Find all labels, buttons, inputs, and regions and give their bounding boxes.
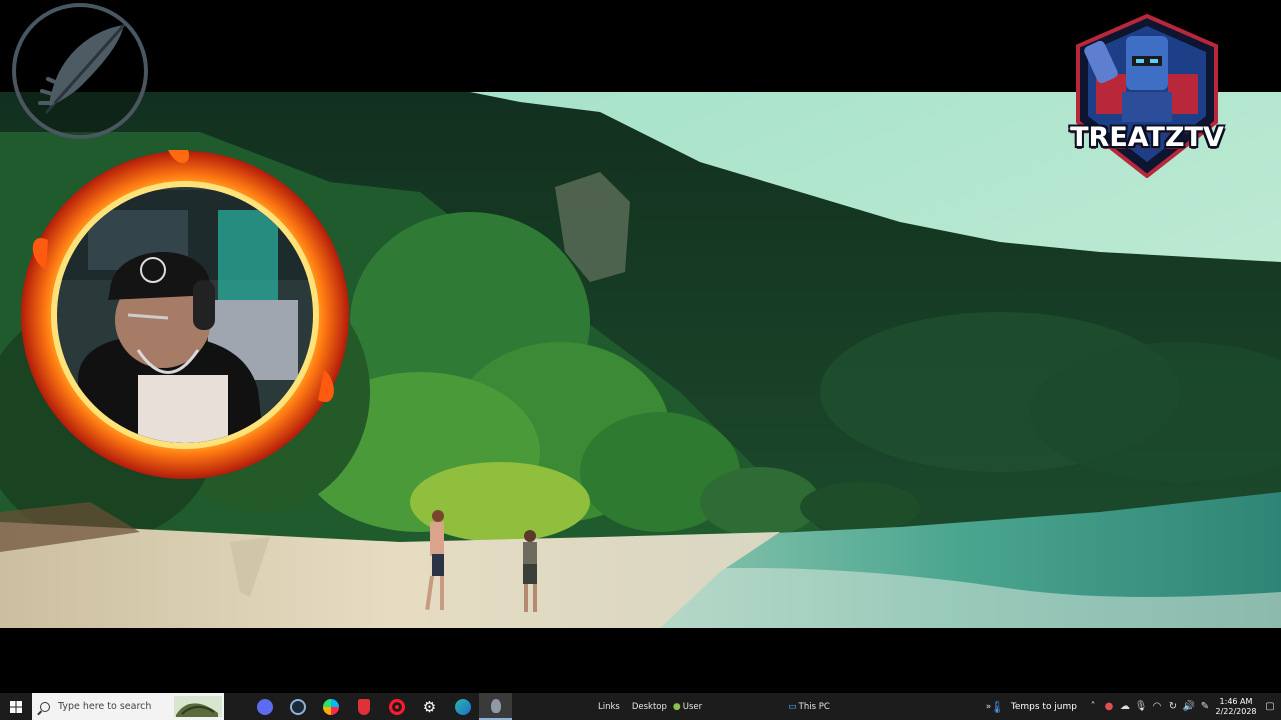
toolbar-this-pc[interactable]: This PC xyxy=(797,702,836,712)
this-pc-icon: ▭ xyxy=(788,701,797,712)
clock-date: 2/22/2028 xyxy=(1215,706,1257,716)
pen-icon[interactable]: ✎ xyxy=(1197,693,1213,720)
app-tray-icon[interactable]: ● xyxy=(1101,693,1117,720)
stream-canvas: TREATZTV xyxy=(0,0,1281,693)
feather-app-icon xyxy=(490,698,501,713)
show-hidden-icons[interactable]: ˄ xyxy=(1085,693,1101,720)
feather-logo xyxy=(12,3,148,139)
speaker-icon[interactable]: 🔊 xyxy=(1181,693,1197,720)
wifi-icon[interactable]: ◠ xyxy=(1149,693,1165,720)
toolbar-user[interactable]: User xyxy=(681,702,708,712)
taskbar-app-settings[interactable]: ⚙ xyxy=(413,693,446,720)
windows-icon xyxy=(10,700,22,713)
settings-icon: ⚙ xyxy=(422,697,437,716)
logitech-icon xyxy=(322,698,339,715)
taskbar-app-streamlabs[interactable] xyxy=(347,693,380,720)
toolbar-desktop[interactable]: Desktop xyxy=(626,702,673,712)
treatztv-badge: TREATZTV xyxy=(1066,12,1228,179)
edge-icon xyxy=(454,698,471,715)
network-tray-icon[interactable]: ☁ xyxy=(1117,693,1133,720)
taskbar: Type here to search ⚙ Links Desktop ● Us… xyxy=(0,693,1281,720)
taskbar-app-opera[interactable] xyxy=(380,693,413,720)
toolbar-links[interactable]: Links xyxy=(592,702,626,712)
opera-icon xyxy=(388,698,405,715)
taskbar-app-steam[interactable] xyxy=(281,693,314,720)
system-tray: 🌡 Temps to jump ˄ ● ☁ 🎙 ◠ ↻ 🔊 ✎ 1:46 AM … xyxy=(984,693,1281,720)
taskbar-app-edge[interactable] xyxy=(446,693,479,720)
weather-widget[interactable]: 🌡 Temps to jump xyxy=(984,700,1085,714)
search-icon xyxy=(40,701,50,712)
search-placeholder: Type here to search xyxy=(58,701,152,712)
streamlabs-icon xyxy=(357,698,370,715)
search-highlight-art xyxy=(174,696,222,717)
fire-ring xyxy=(21,150,349,479)
user-folder-icon: ● xyxy=(672,701,681,712)
robot-mascot-icon xyxy=(1076,13,1218,179)
search-input[interactable]: Type here to search xyxy=(32,693,224,720)
feather-icon xyxy=(38,24,126,114)
brand-name: TREATZTV xyxy=(1070,122,1224,153)
taskbar-app-feather[interactable] xyxy=(479,693,512,720)
webcam-frame xyxy=(18,150,352,480)
taskbar-app-logitech[interactable] xyxy=(314,693,347,720)
chrome-like-icon xyxy=(256,698,273,715)
notification-icon[interactable]: ▢ xyxy=(1259,693,1281,720)
weather-text: Temps to jump xyxy=(1010,701,1077,712)
steam-icon xyxy=(289,698,306,715)
microphone-icon[interactable]: 🎙 xyxy=(1133,693,1149,720)
clock[interactable]: 1:46 AM 2/22/2028 xyxy=(1213,697,1259,717)
clock-time: 1:46 AM xyxy=(1219,696,1253,706)
sync-icon[interactable]: ↻ xyxy=(1165,693,1181,720)
thermometer-icon: 🌡 xyxy=(989,699,1005,714)
taskbar-app-1[interactable] xyxy=(248,693,281,720)
start-button[interactable] xyxy=(0,693,32,720)
